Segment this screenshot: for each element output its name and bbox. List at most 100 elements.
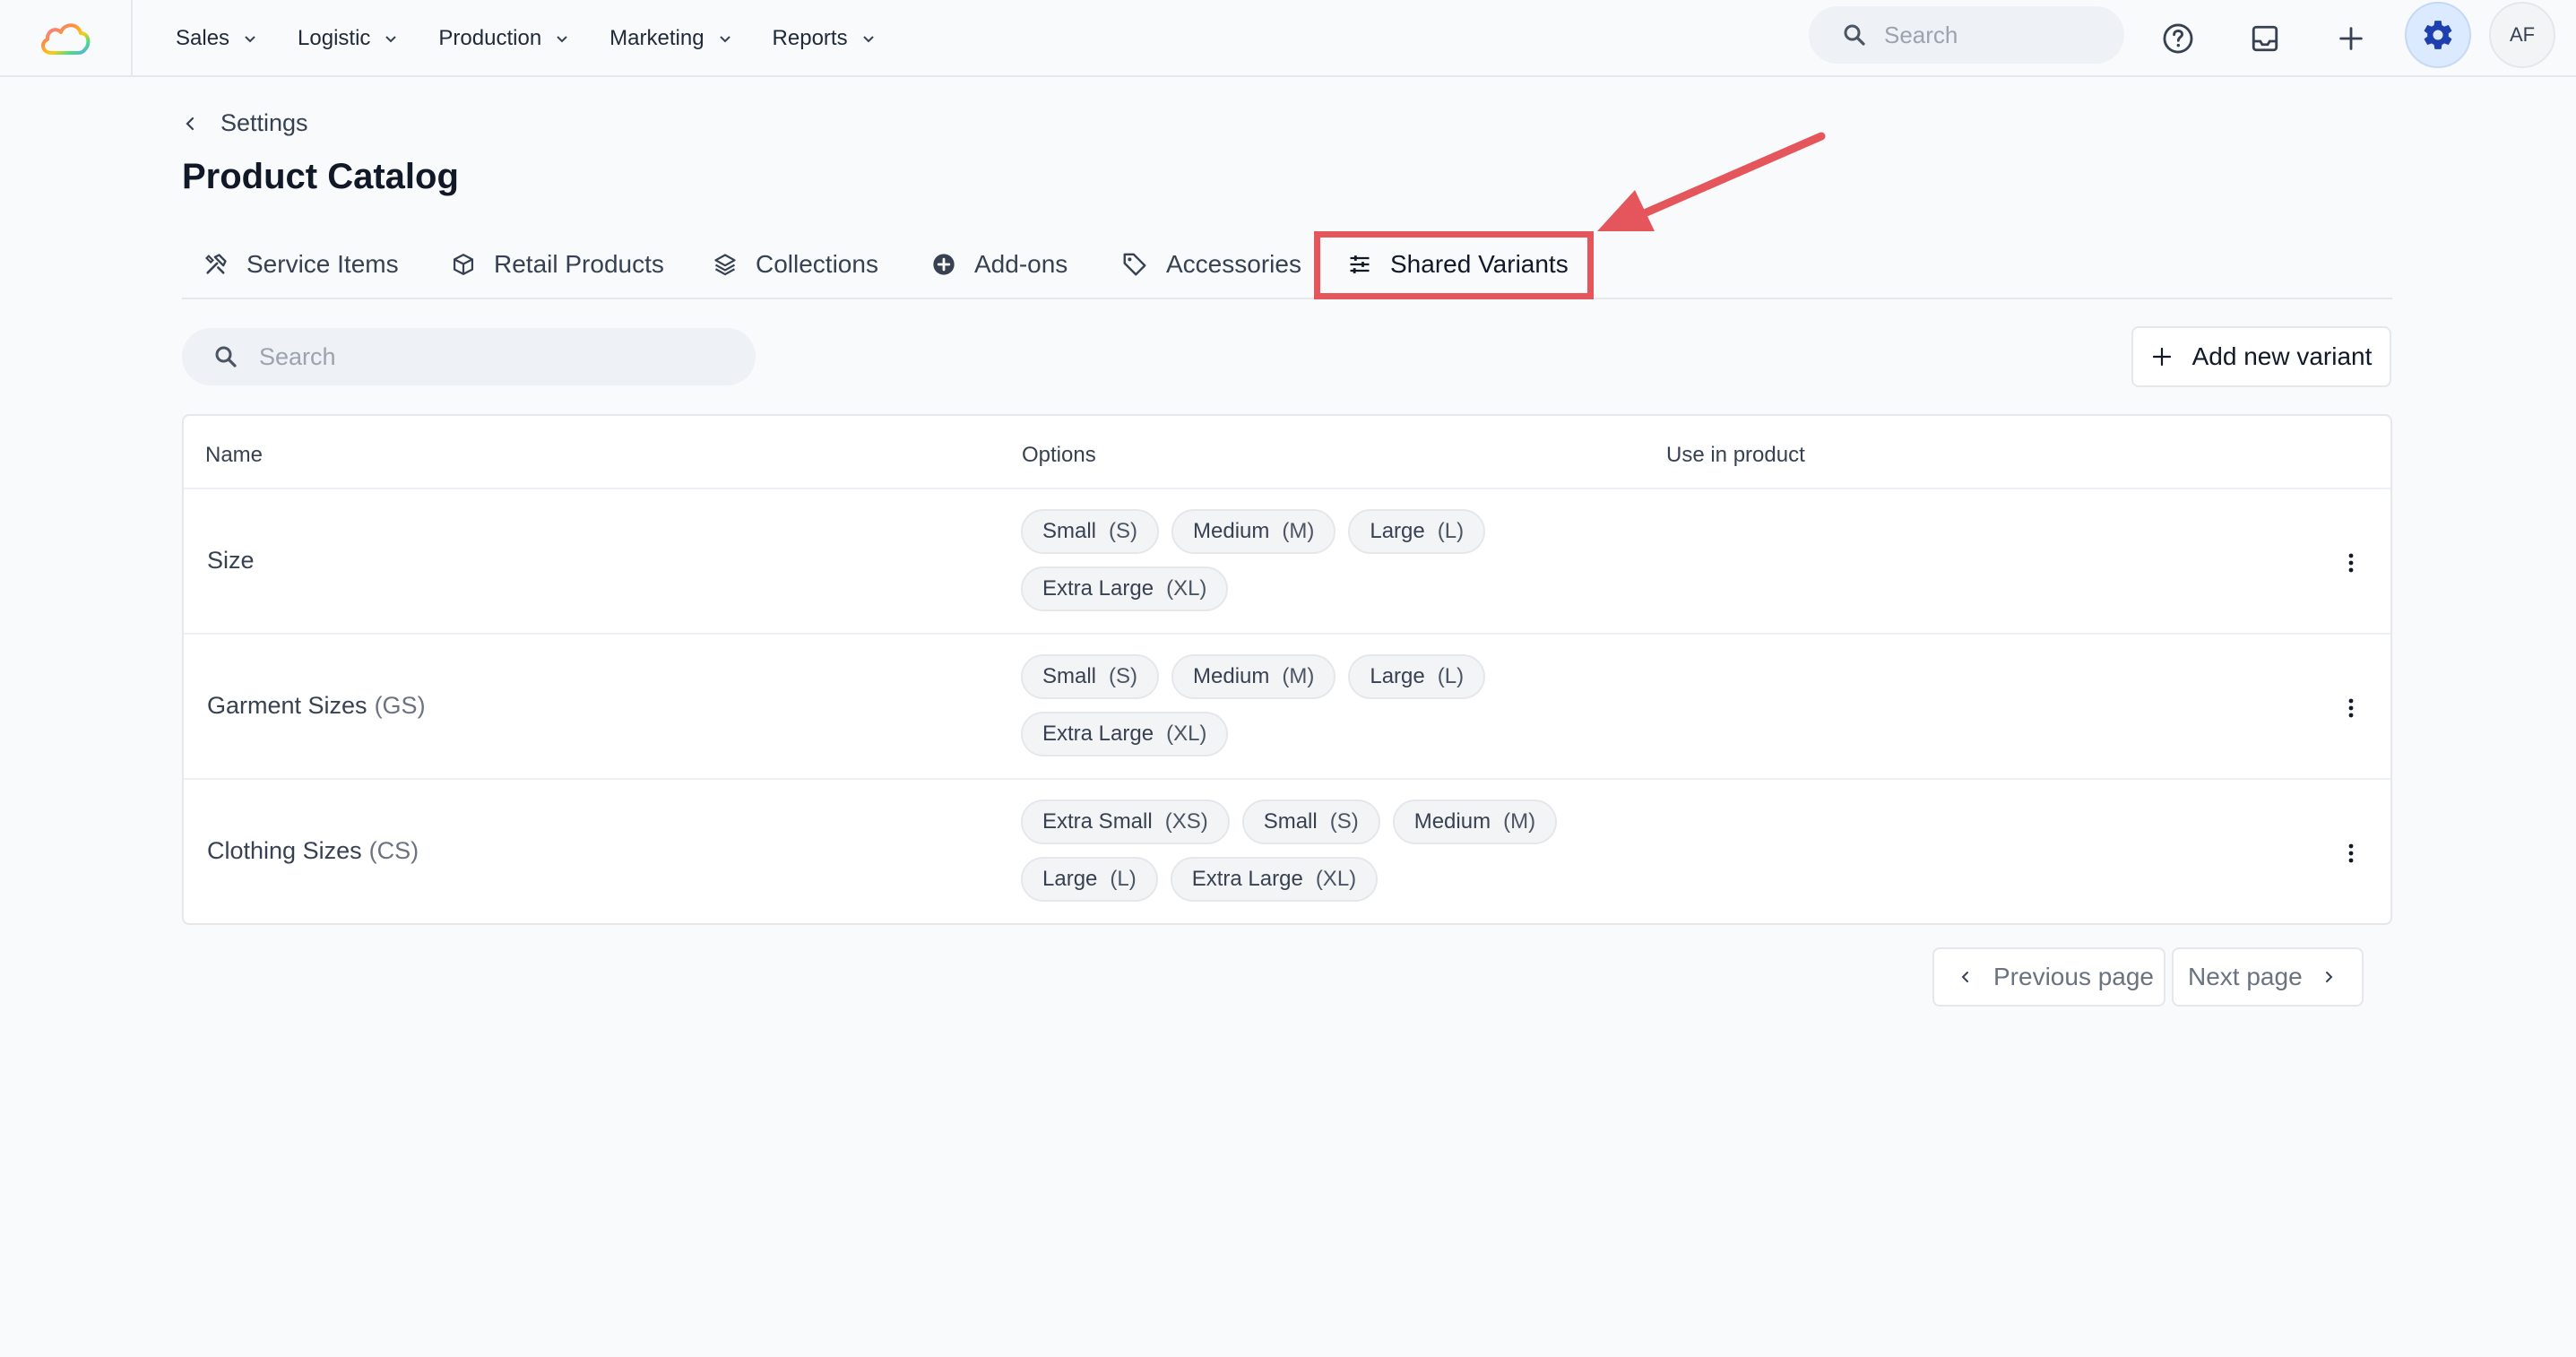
create-button[interactable] <box>2324 12 2378 65</box>
option-label: Extra Small <box>1042 809 1153 834</box>
gear-icon <box>2424 21 2452 49</box>
option-abbr: (XS) <box>1164 809 1208 834</box>
tab-shared-variants[interactable]: Shared Variants <box>1347 229 1569 299</box>
chevron-down-icon <box>245 36 255 43</box>
tab-label: Collections <box>756 250 878 278</box>
inbox-icon <box>2252 25 2278 52</box>
option-label: Medium <box>1193 664 1270 688</box>
tag-icon <box>1123 253 1146 276</box>
tab-label: Shared Variants <box>1390 250 1569 278</box>
variant-code: (CS) <box>368 837 419 864</box>
option-chip: Large (L) <box>1021 857 1158 902</box>
add-button-label: Add new variant <box>2191 342 2373 370</box>
plus-icon <box>2339 27 2363 50</box>
plus-icon <box>2152 347 2171 367</box>
more-vertical-icon <box>2348 843 2354 863</box>
option-abbr: (L) <box>1110 867 1137 891</box>
layers-icon <box>714 254 736 276</box>
nav-item-production[interactable]: Production <box>438 26 570 51</box>
tab-retail-products[interactable]: Retail Products <box>451 229 664 299</box>
option-abbr: (XL) <box>1315 867 1357 891</box>
table-row[interactable]: Garment Sizes (GS) Small (S) Medium (M) Lar… <box>184 633 2390 778</box>
option-label: Small <box>1042 664 1097 688</box>
variant-name: Clothing Sizes (CS) <box>207 837 419 865</box>
avatar-initials: AF <box>2509 23 2536 46</box>
column-header-options: Options <box>1022 443 1096 467</box>
table-row[interactable]: Size Small (S) Medium (M) Large (L) Extra L… <box>184 488 2390 633</box>
help-button[interactable] <box>2151 12 2205 65</box>
variant-name-label: Size <box>207 547 255 574</box>
variant-name-label: Garment Sizes <box>207 692 367 719</box>
option-abbr: (XL) <box>1166 576 1207 601</box>
avatar[interactable]: AF <box>2489 2 2555 68</box>
column-header-use-in-product: Use in product <box>1666 443 1805 467</box>
option-chip: Small (S) <box>1241 800 1380 844</box>
option-chip: Medium (M) <box>1392 800 1558 844</box>
chevron-down-icon <box>862 36 874 43</box>
breadcrumb[interactable]: Settings <box>181 109 308 137</box>
tab-collections[interactable]: Collections <box>713 229 878 299</box>
search-input[interactable] <box>259 342 725 371</box>
breadcrumb-label: Settings <box>220 109 308 136</box>
tab-add-ons[interactable]: Add-ons <box>931 229 1068 299</box>
option-abbr: (S) <box>1329 809 1359 834</box>
catalog-tabs: Service Items Retail Products Collection… <box>182 229 2392 299</box>
variant-search[interactable] <box>182 328 756 385</box>
chevron-right-icon <box>2325 972 2333 982</box>
row-actions-button[interactable] <box>2333 834 2369 873</box>
option-label: Extra Large <box>1042 576 1154 601</box>
option-abbr: (M) <box>1282 519 1315 543</box>
option-label: Large <box>1370 664 1425 688</box>
option-chips: Small (S) Medium (M) Large (L) Extra Large (… <box>1021 509 1648 611</box>
cloud-logo-icon[interactable] <box>39 19 92 58</box>
option-chip: Small (S) <box>1021 654 1160 699</box>
option-chips: Small (S) Medium (M) Large (L) Extra Large (… <box>1021 654 1648 756</box>
tab-label: Retail Products <box>494 250 664 278</box>
tab-accessories[interactable]: Accessories <box>1121 229 1301 299</box>
variant-name-label: Clothing Sizes <box>207 837 362 864</box>
search-icon <box>1844 24 1865 46</box>
row-actions-button[interactable] <box>2333 688 2369 728</box>
tab-label: Accessories <box>1166 250 1301 278</box>
option-chip: Medium (M) <box>1171 509 1336 554</box>
global-search-input[interactable] <box>1884 21 2099 49</box>
more-vertical-icon <box>2348 698 2354 718</box>
chevron-down-icon <box>719 36 730 43</box>
tab-service-items[interactable]: Service Items <box>203 229 399 299</box>
add-new-variant-button[interactable]: Add new variant <box>2131 326 2391 387</box>
option-chip: Extra Large (XL) <box>1021 712 1229 756</box>
option-abbr: (L) <box>1437 519 1465 543</box>
chevron-down-icon <box>385 36 397 43</box>
table-row[interactable]: Clothing Sizes (CS) Extra Small (XS) Small… <box>184 778 2390 923</box>
previous-page-label: Previous page <box>1993 963 2155 990</box>
option-chips: Extra Small (XS) Small (S) Medium (M) Large… <box>1021 800 1648 902</box>
nav-item-label: Logistic <box>298 26 371 50</box>
option-label: Small <box>1263 809 1318 834</box>
nav-item-sales[interactable]: Sales <box>176 26 258 51</box>
option-label: Large <box>1042 867 1098 891</box>
box-icon <box>453 254 474 275</box>
chevron-left-icon <box>1961 972 1968 982</box>
option-chip: Large (L) <box>1348 654 1486 699</box>
search-icon <box>215 346 237 367</box>
global-search[interactable] <box>1809 6 2124 64</box>
chevron-left-icon <box>186 117 194 130</box>
nav-item-label: Marketing <box>609 26 705 50</box>
nav-item-logistic[interactable]: Logistic <box>298 26 399 51</box>
option-chip: Extra Small (XS) <box>1021 800 1230 844</box>
nav-item-label: Sales <box>176 26 230 50</box>
option-label: Extra Large <box>1191 867 1303 891</box>
tools-icon <box>205 254 227 274</box>
row-actions-button[interactable] <box>2333 543 2369 583</box>
nav-item-reports[interactable]: Reports <box>773 26 877 51</box>
previous-page-button[interactable]: Previous page <box>1932 947 2165 1007</box>
variant-name: Garment Sizes (GS) <box>207 692 426 720</box>
help-circle-icon <box>2163 23 2193 54</box>
inbox-button[interactable] <box>2238 12 2292 65</box>
option-label: Extra Large <box>1042 722 1154 746</box>
nav-item-label: Production <box>438 26 542 50</box>
nav-item-marketing[interactable]: Marketing <box>609 26 732 51</box>
variants-table: Name Options Use in product Size Small (S… <box>182 414 2392 925</box>
settings-button[interactable] <box>2405 2 2471 68</box>
next-page-button[interactable]: Next page <box>2172 947 2364 1007</box>
